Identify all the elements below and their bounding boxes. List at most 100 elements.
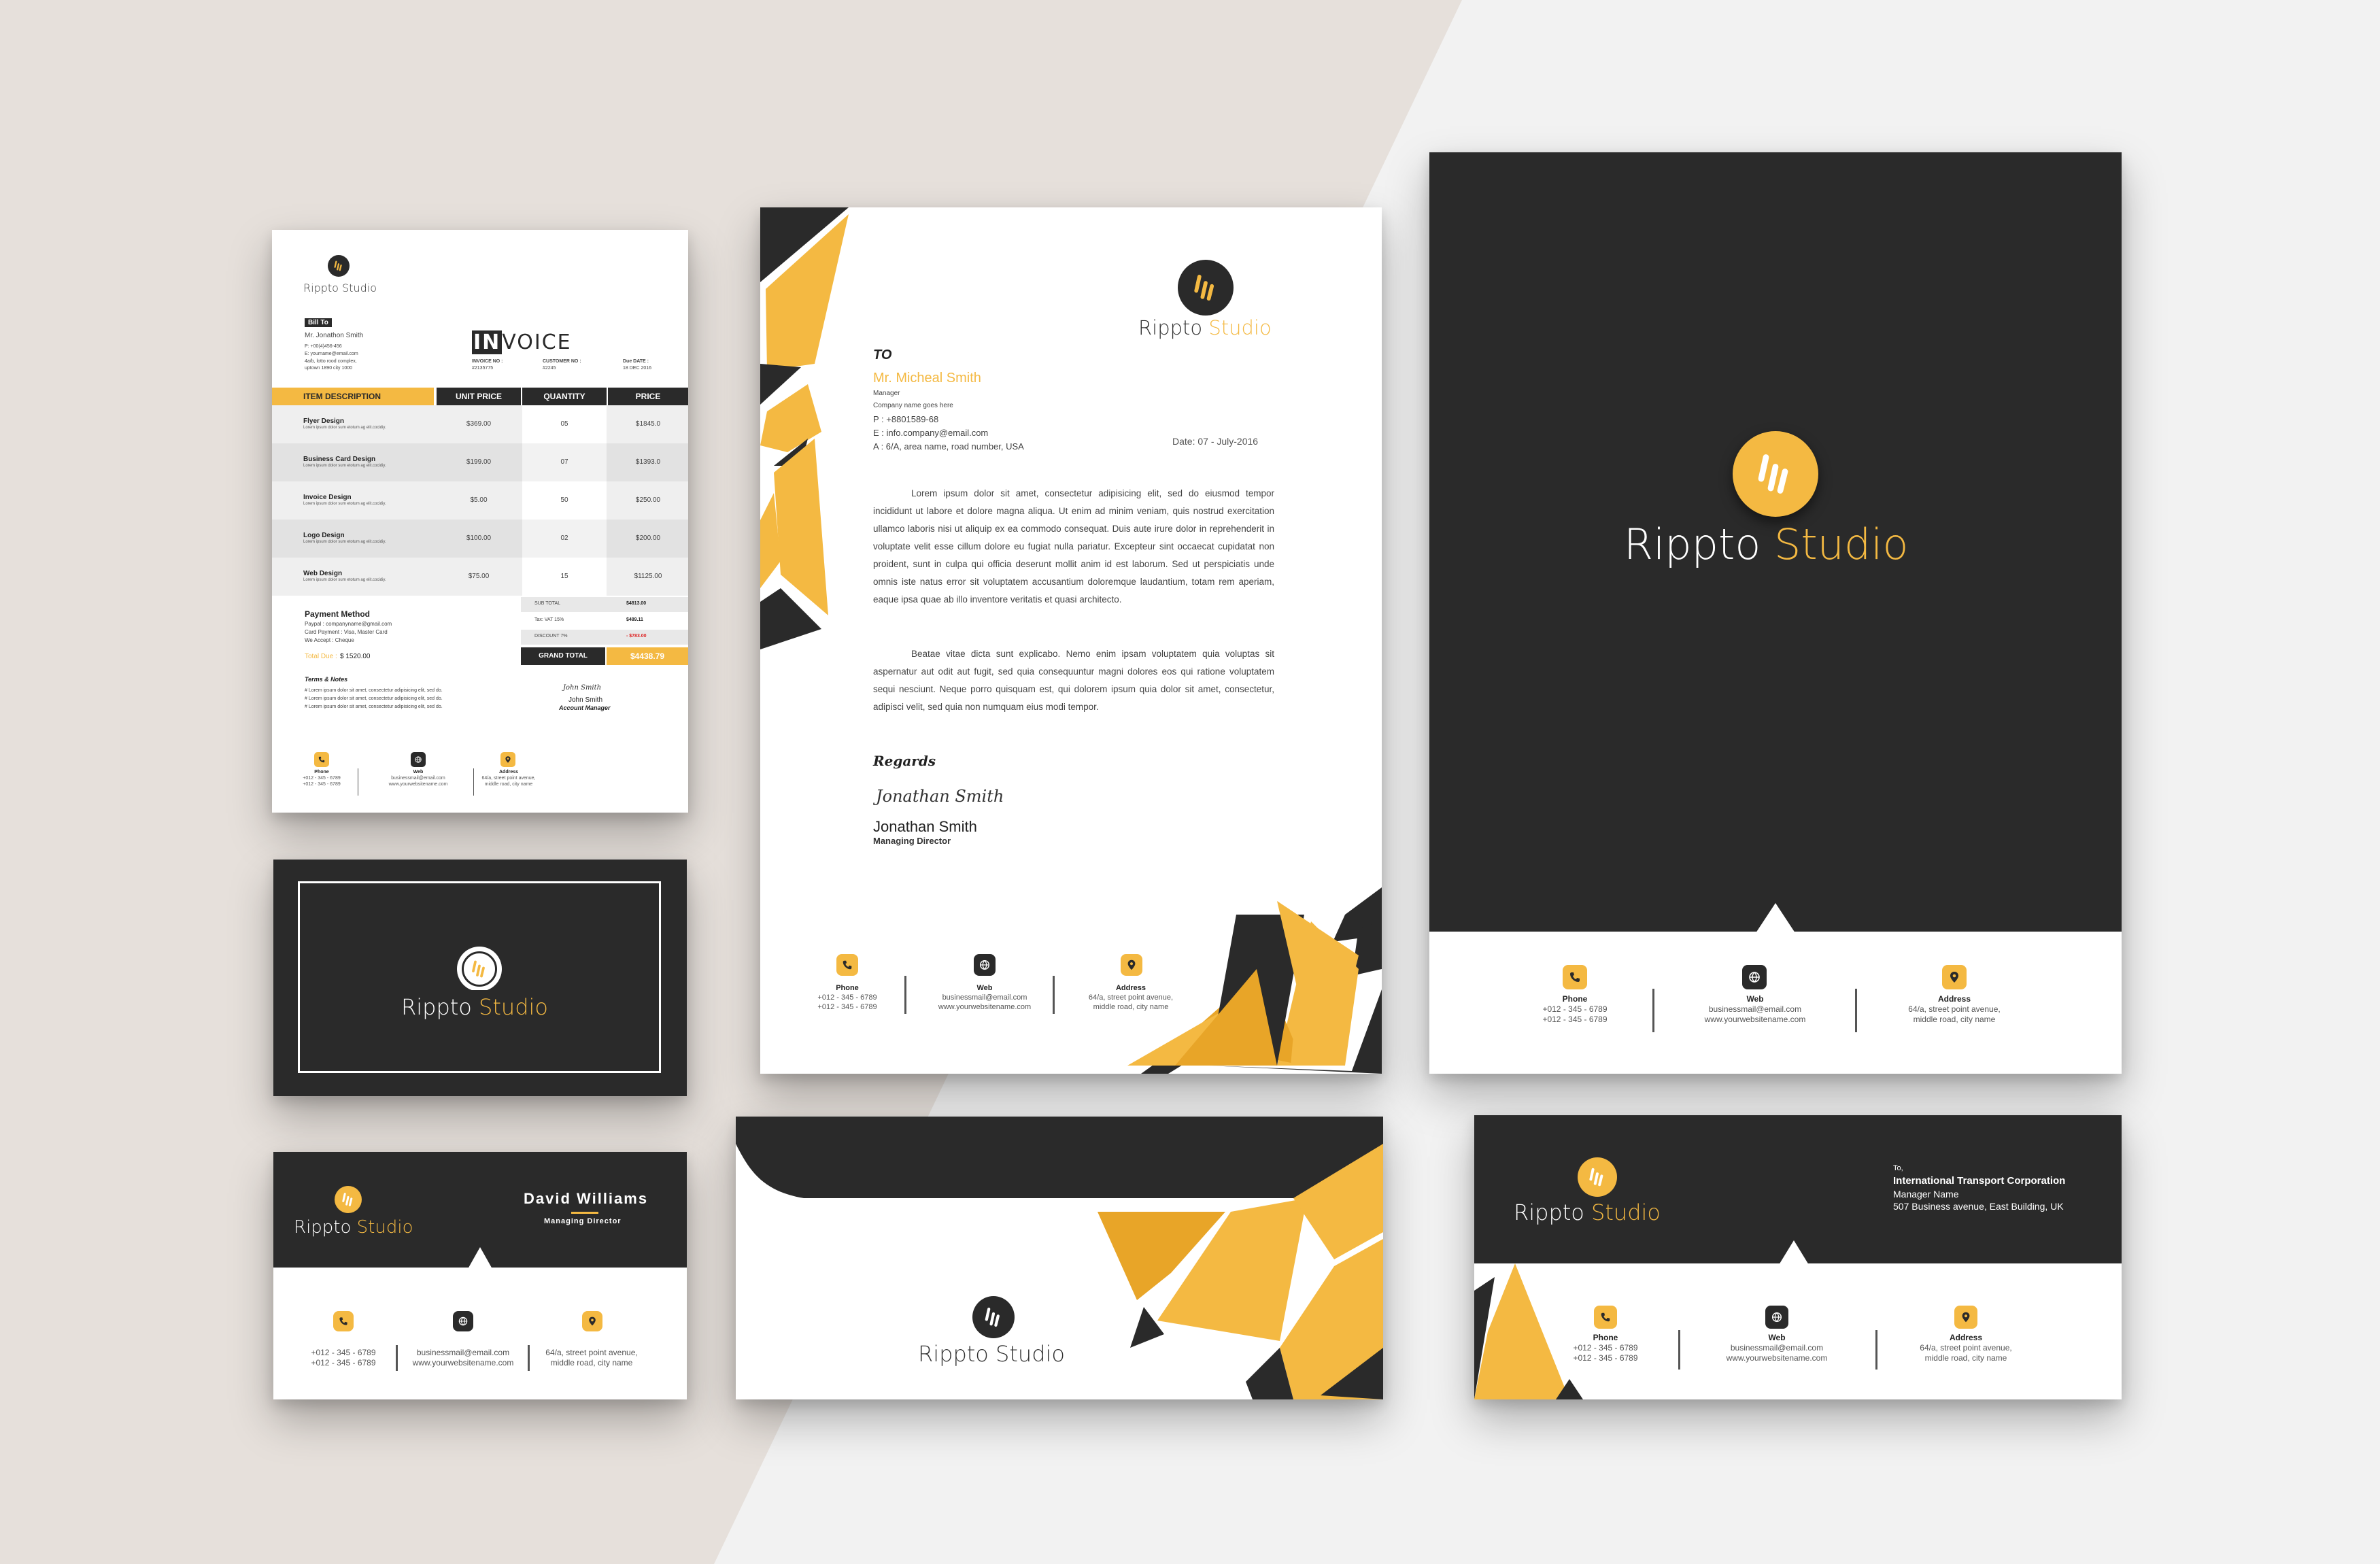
card-front-brand: Rippto Studio xyxy=(294,1217,413,1238)
location-pin-icon xyxy=(582,1311,602,1331)
phone-block: +012 - 345 - 6789 +012 - 345 - 6789 xyxy=(311,1348,376,1367)
header-unit-price: UNIT PRICE xyxy=(437,388,521,405)
invoice-signer: John Smith xyxy=(568,696,603,704)
address-block: Address 64/a, street point avenue, middle … xyxy=(481,770,536,787)
logo-mark-icon xyxy=(985,1307,1000,1327)
row-desc: Lorem ipsum dolor sum etotum ag elit.coc… xyxy=(303,502,386,506)
folder-notch xyxy=(1756,903,1795,933)
phone-block: Phone +012 - 345 - 6789 +012 - 345 - 6789 xyxy=(1573,1333,1638,1363)
envelope-small-shapes xyxy=(1474,1263,1583,1399)
table-row: Business Card Design Lorem ipsum dolor s… xyxy=(272,443,688,481)
invoice-title: INVOICE xyxy=(472,330,572,354)
row-price: $1845.0 xyxy=(635,420,661,428)
letter-recipient-role: Manager xyxy=(873,390,900,397)
due-date-value: 18 DEC 2016 xyxy=(623,366,652,371)
location-pin-icon xyxy=(1954,1306,1977,1329)
address-block: Address 64/a, street point avenue, middle … xyxy=(1908,994,2001,1024)
folder-brand: Rippto Studio xyxy=(1624,520,1909,569)
card-divider xyxy=(571,1212,598,1214)
header-item-desc: ITEM DESCRIPTION xyxy=(272,388,434,405)
client-name: Mr. Jonathon Smith xyxy=(305,332,364,339)
row-desc: Lorem ipsum dolor sum etotum ag elit.coc… xyxy=(303,540,386,544)
location-pin-icon xyxy=(1121,954,1142,976)
logo-mark-icon xyxy=(472,960,485,978)
phone-block: Phone +012 - 345 - 6789 +012 - 345 - 6789 xyxy=(817,984,877,1011)
invoice-signature-script: John Smith xyxy=(563,684,602,692)
letter-email: E : info.company@email.com xyxy=(873,428,989,438)
card-notch xyxy=(468,1247,492,1269)
logo-mark-icon xyxy=(1589,1168,1603,1187)
row-qty: 15 xyxy=(522,558,607,596)
location-pin-icon xyxy=(500,752,515,767)
row-desc: Lorem ipsum dolor sum etotum ag elit.coc… xyxy=(303,578,386,582)
business-card-back: Rippto Studio xyxy=(273,860,687,1096)
row-item: Logo Design xyxy=(303,532,345,539)
row-qty: 07 xyxy=(522,443,607,481)
letter-recipient: Mr. Micheal Smith xyxy=(873,371,981,386)
payment-line: Card Payment : Visa, Master Card xyxy=(305,629,388,635)
table-row: Logo Design Lorem ipsum dolor sum etotum… xyxy=(272,520,688,558)
letterhead-top-shapes xyxy=(760,207,1382,1074)
card-front-logo xyxy=(335,1186,362,1213)
card-person-name: David Williams xyxy=(524,1190,649,1207)
client-line: P: +00(4)456-456 xyxy=(305,344,342,349)
globe-icon xyxy=(411,752,426,767)
phone-icon xyxy=(1563,965,1587,989)
customer-no-label: CUSTOMER NO : xyxy=(543,359,581,364)
globe-icon xyxy=(1765,1306,1788,1329)
letter-to: TO xyxy=(873,347,892,362)
letter-company: Company name goes here xyxy=(873,402,953,409)
bill-to-label: Bill To xyxy=(305,318,332,327)
total-due-label: Total Due : xyxy=(305,653,337,660)
row-item: Business Card Design xyxy=(303,456,376,463)
envelope-small-notch xyxy=(1779,1240,1809,1265)
recipient-to: To, xyxy=(1893,1164,1903,1172)
recipient-address: 507 Business avenue, East Building, UK xyxy=(1893,1201,2064,1212)
row-unit: $75.00 xyxy=(468,573,490,580)
letter-regards: Regards xyxy=(873,753,936,769)
invoice-title-box: IN xyxy=(472,330,503,354)
letterhead-logo xyxy=(1178,260,1234,316)
globe-icon xyxy=(974,954,996,976)
discount-value: - $783.00 xyxy=(626,634,647,639)
sub-total-label: SUB TOTAL xyxy=(534,601,561,606)
invoice-sheet: Rippto Studio Bill To Mr. Jonathon Smith… xyxy=(272,230,688,813)
phone-icon xyxy=(314,752,329,767)
web-block: Web businessmail@email.com www.yourwebsite… xyxy=(1704,994,1806,1024)
row-qty: 50 xyxy=(522,481,607,520)
divider xyxy=(1875,1330,1877,1370)
grand-total-value: $4438.79 xyxy=(607,647,688,665)
logo-mark-icon xyxy=(1758,454,1788,494)
envelope-small-brand: Rippto Studio xyxy=(1514,1200,1661,1225)
table-row: Invoice Design Lorem ipsum dolor sum eto… xyxy=(272,481,688,520)
row-desc: Lorem ipsum dolor sum etotum ag elit.coc… xyxy=(303,464,386,468)
table-row: Web Design Lorem ipsum dolor sum etotum … xyxy=(272,558,688,596)
row-item: Web Design xyxy=(303,570,343,577)
letterhead-sheet: Rippto Studio TO Mr. Micheal Smith Manag… xyxy=(760,207,1382,1074)
location-pin-icon xyxy=(1942,965,1967,989)
payment-title: Payment Method xyxy=(305,609,371,619)
letter-date: Date: 07 - July-2016 xyxy=(1172,436,1259,447)
phone-icon xyxy=(1594,1306,1617,1329)
row-qty: 02 xyxy=(522,520,607,558)
globe-icon xyxy=(453,1311,473,1331)
terms-line: # Lorem ipsum dolor sit amet, consectetu… xyxy=(305,696,443,701)
folder-logo xyxy=(1733,431,1818,517)
address-block: 64/a, street point avenue, middle road, c… xyxy=(545,1348,638,1367)
terms-title: Terms & Notes xyxy=(305,676,348,683)
row-item: Invoice Design xyxy=(303,494,352,501)
web-block: businessmail@email.com www.yourwebsitenam… xyxy=(412,1348,514,1367)
letterhead-brand: Rippto Studio xyxy=(1138,316,1272,339)
terms-line: # Lorem ipsum dolor sit amet, consectetu… xyxy=(305,704,443,709)
invoice-logo xyxy=(328,255,350,277)
logo-mark-icon xyxy=(342,1193,353,1206)
divider xyxy=(1855,989,1857,1032)
client-line: E: yourname@email.com xyxy=(305,352,358,356)
presentation-folder: Rippto Studio Phone +012 - 345 - 6789 +012… xyxy=(1429,152,2122,1074)
invoice-signer-role: Account Manager xyxy=(559,704,611,711)
web-block: Web businessmail@email.com www.yourwebsite… xyxy=(1726,1333,1828,1363)
grand-total-label: GRAND TOTAL xyxy=(521,647,605,665)
client-line: uptown 1890 city 1000 xyxy=(305,366,353,371)
letter-signer-role: Managing Director xyxy=(873,836,951,846)
letter-address: A : 6/A, area name, road number, USA xyxy=(873,441,1024,452)
